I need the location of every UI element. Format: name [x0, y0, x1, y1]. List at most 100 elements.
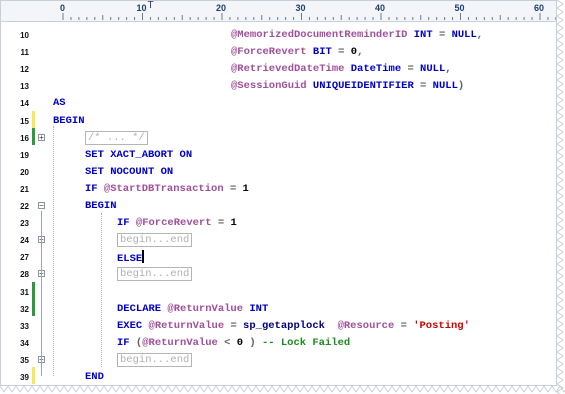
collapse-fold-icon[interactable]: −: [38, 202, 45, 210]
code-token: @Resource: [337, 319, 395, 332]
code-token: @RetrievedDateTime: [231, 63, 345, 76]
ruler-cursor-marker: T: [147, 0, 154, 11]
torn-edge-right: [557, 0, 564, 394]
expand-fold-icon[interactable]: +: [38, 133, 45, 141]
line-number: 39: [20, 373, 29, 382]
collapsed-region[interactable]: /* ... */: [85, 130, 148, 145]
line-number: 12: [20, 65, 29, 75]
line-number: 32: [20, 304, 29, 314]
torn-edge-path: [0, 386, 565, 393]
code-text[interactable]: DECLARE @ReturnValue INT: [117, 302, 268, 316]
code-text[interactable]: BEGIN: [85, 199, 117, 213]
code-token: BEGIN: [85, 200, 117, 212]
line-number: 15: [20, 116, 29, 126]
ruler-ticks: [62, 13, 556, 20]
code-token: -- Lock Failed: [261, 336, 351, 349]
code-token: =: [394, 319, 414, 332]
line-number: 35: [20, 355, 29, 365]
code-token: BEGIN: [53, 114, 85, 127]
line-number: 10: [20, 31, 29, 40]
line-number: 20: [20, 167, 29, 177]
code-token: @ReturnValue: [167, 302, 244, 315]
unsaved-change-bar: [32, 110, 35, 128]
code-line[interactable]: 39 END: [1, 367, 556, 385]
collapsed-region[interactable]: begin...end: [117, 267, 193, 282]
code-text[interactable]: begin...end: [117, 267, 193, 282]
code-token: 1: [242, 182, 249, 195]
code-text[interactable]: /* ... */: [85, 130, 148, 145]
code-text[interactable]: BEGIN: [53, 114, 85, 128]
code-token: NULL: [426, 80, 458, 93]
saved-change-bar: [32, 298, 35, 316]
code-token: IF: [117, 336, 136, 349]
torn-edge-bottom: [0, 386, 565, 393]
code-token: ): [457, 80, 465, 93]
line-number: 23: [20, 219, 29, 229]
code-token: BIT: [306, 46, 339, 59]
code-text[interactable]: @SessionGuid UNIQUEIDENTIFIER = NULL): [231, 79, 464, 93]
code-token: @ReturnValue: [148, 319, 225, 332]
code-token: @ReturnValue: [142, 336, 218, 349]
code-text[interactable]: begin...end: [117, 352, 193, 367]
code-text[interactable]: IF @StartDBTransaction = 1: [85, 182, 249, 196]
line-number: 34: [20, 338, 29, 348]
collapsed-region[interactable]: begin...end: [117, 352, 193, 367]
line-number: 16: [20, 133, 29, 143]
code-token: END: [85, 371, 104, 383]
code-token: =: [224, 319, 244, 332]
ruler-label: 40: [375, 3, 386, 13]
code-token: INT: [407, 29, 439, 41]
code-token: 'Posting': [413, 319, 470, 332]
line-number: 22: [20, 202, 29, 211]
code-token: AS: [53, 97, 66, 110]
code-token: SET NOCOUNT ON: [85, 165, 174, 178]
code-token: ,: [445, 63, 452, 76]
code-text[interactable]: AS: [53, 96, 66, 110]
code-token: INT: [243, 302, 269, 315]
code-token: @ForceRevert: [231, 46, 307, 59]
line-number: 28: [20, 270, 29, 280]
code-token: @StartDBTransaction: [103, 182, 224, 195]
code-text[interactable]: begin...end: [117, 233, 193, 248]
code-token: IF: [117, 217, 136, 230]
code-token: <: [217, 336, 237, 349]
torn-edge-path: [557, 0, 564, 394]
collapsed-region[interactable]: begin...end: [117, 233, 193, 248]
ruler-label: 20: [216, 3, 227, 13]
code-token: ): [243, 336, 262, 349]
line-number: 24: [20, 236, 29, 246]
unsaved-change-bar: [32, 367, 35, 385]
column-ruler: 0 10 20 30 40 50 60 T: [1, 1, 556, 22]
sql-code-editor[interactable]: 0 10 20 30 40 50 60 T 10 @MemorizedDocumentRemin…: [0, 0, 557, 386]
code-text[interactable]: SET XACT_ABORT ON: [85, 148, 192, 162]
code-text[interactable]: IF @ForceRevert = 1: [117, 216, 237, 230]
ruler-label: 50: [454, 3, 465, 13]
code-token: =: [211, 217, 231, 230]
code-token: ,: [357, 46, 364, 59]
code-text[interactable]: EXEC @ReturnValue = sp_getapplock @Resou…: [117, 319, 470, 333]
code-token: SET XACT_ABORT ON: [85, 148, 193, 161]
line-number: 27: [20, 253, 29, 263]
line-number: 14: [20, 99, 29, 109]
code-token: DECLARE: [117, 302, 168, 315]
code-token: =: [223, 182, 243, 195]
fold-guide-line: [41, 211, 42, 376]
code-token: EXEC: [117, 319, 149, 332]
code-text[interactable]: @ForceRevert BIT = 0,: [231, 45, 363, 59]
code-token: 0: [344, 46, 358, 59]
code-token: DateTime: [344, 63, 408, 76]
line-number: 19: [20, 150, 29, 160]
saved-change-bar: [32, 281, 35, 299]
code-text[interactable]: SET NOCOUNT ON: [85, 165, 173, 179]
code-token: @MemorizedDocumentReminderID: [231, 29, 408, 41]
code-text[interactable]: IF (@ReturnValue < 0 ) -- Lock Failed: [117, 336, 350, 350]
code-token: 1: [230, 217, 237, 230]
code-text[interactable]: END: [85, 370, 104, 384]
code-token: NULL: [413, 63, 446, 76]
ruler-label: 30: [295, 3, 306, 13]
code-token: @ForceRevert: [135, 217, 212, 230]
code-text[interactable]: @MemorizedDocumentReminderID INT = NULL,: [231, 28, 483, 42]
code-text[interactable]: @RetrievedDateTime DateTime = NULL,: [231, 62, 452, 76]
line-number: 33: [20, 321, 29, 331]
code-token: IF: [85, 182, 104, 195]
